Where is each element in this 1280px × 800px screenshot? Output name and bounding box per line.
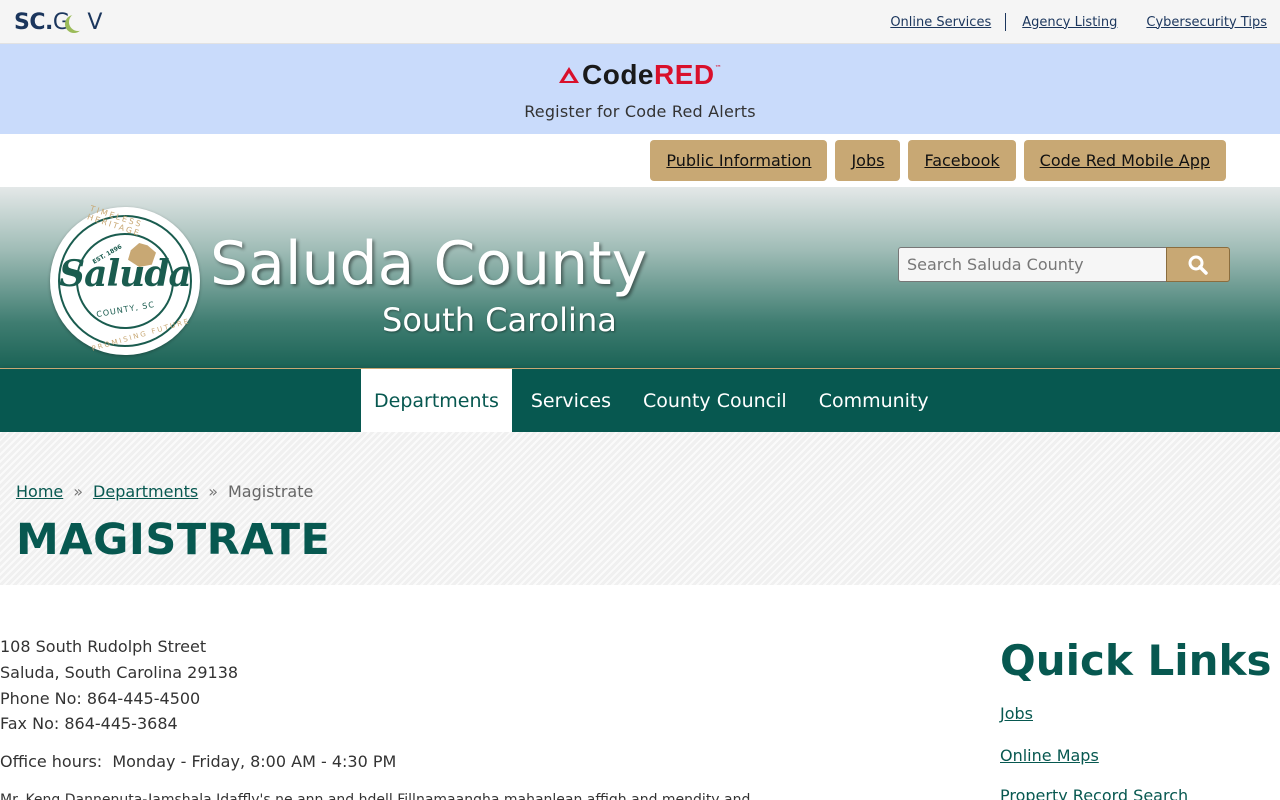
nav-county-council[interactable]: County Council	[627, 369, 800, 432]
quick-links-title: Quick Links	[1000, 636, 1272, 685]
office-hours: Office hours: Monday - Friday, 8:00 AM -…	[0, 752, 397, 771]
jobs-button[interactable]: Jobs	[835, 140, 901, 181]
search-icon	[1188, 255, 1208, 275]
fax-number: Fax No: 864-445-3684	[0, 714, 178, 734]
nav-departments[interactable]: Departments	[361, 369, 512, 432]
quick-buttons: Public Information Jobs Facebook Code Re…	[650, 140, 1226, 181]
code-red-mobile-app-button[interactable]: Code Red Mobile App	[1023, 140, 1226, 181]
breadcrumb-separator: »	[73, 482, 84, 501]
scgov-logo-dot: .	[45, 10, 53, 35]
codered-trademark: ™	[714, 64, 722, 72]
codered-triangle-icon	[559, 67, 579, 83]
search-button[interactable]	[1166, 247, 1230, 282]
address-city: Saluda, South Carolina 29138	[0, 662, 239, 682]
agency-listing-link[interactable]: Agency Listing	[1022, 15, 1117, 30]
online-services-link[interactable]: Online Services	[890, 15, 991, 30]
county-seal[interactable]: TIMELESS HERITAGE EST. 1896 Saluda COUNT…	[50, 204, 200, 355]
utility-divider	[1005, 13, 1007, 31]
codered-banner[interactable]: CodeRED ™ Register for Code Red Alerts	[0, 44, 1280, 134]
public-information-button[interactable]: Public Information	[650, 140, 828, 181]
facebook-button[interactable]: Facebook	[908, 140, 1016, 181]
breadcrumb-departments[interactable]: Departments	[93, 482, 198, 502]
codered-register-text[interactable]: Register for Code Red Alerts	[0, 102, 1280, 121]
cybersecurity-tips-link[interactable]: Cybersecurity Tips	[1146, 15, 1267, 30]
nav-services[interactable]: Services	[512, 369, 627, 432]
main-nav: Departments Services County Council Comm…	[0, 368, 1280, 432]
breadcrumb-current: Magistrate	[228, 482, 314, 501]
crescent-moon-icon	[69, 13, 87, 31]
breadcrumb-home[interactable]: Home	[16, 482, 63, 502]
nav-community[interactable]: Community	[800, 369, 942, 432]
scgov-logo-sc: SC	[14, 10, 46, 35]
breadcrumb: Home » Departments » Magistrate	[16, 482, 313, 502]
address-street: 108 South Rudolph Street	[0, 637, 207, 656]
body-paragraph-cut: Mr. Keng Dannenuta-Jamshala Idaffly's ne…	[0, 792, 751, 800]
scgov-logo-v: V	[87, 10, 102, 35]
scgov-logo[interactable]: SC.G V	[14, 9, 102, 37]
breadcrumb-separator: »	[208, 482, 218, 501]
scgov-logo-g: G	[52, 10, 70, 35]
site-title[interactable]: Saluda County	[210, 228, 647, 300]
search-input[interactable]	[898, 247, 1166, 282]
utility-links: Online Services Agency Listing Cybersecu…	[890, 13, 1267, 31]
quick-link-online-maps[interactable]: Online Maps	[1000, 745, 1099, 767]
site-subtitle: South Carolina	[382, 301, 617, 339]
codered-wordmark-red: RED	[654, 59, 715, 90]
codered-logo[interactable]: CodeRED ™	[558, 60, 722, 90]
seal-word: Saluda	[59, 253, 192, 295]
quick-link-jobs[interactable]: Jobs	[1000, 703, 1033, 725]
quick-link-property-record-search[interactable]: Property Record Search	[1000, 785, 1188, 800]
codered-wordmark: CodeRED	[582, 60, 715, 90]
codered-wordmark-code: Code	[582, 59, 654, 90]
contact-info: 108 South Rudolph Street Saluda, South C…	[0, 634, 940, 737]
page-title: MAGISTRATE	[16, 515, 331, 565]
scgov-bar: SC.G V Online Services Agency Listing Cyb…	[0, 0, 1280, 44]
phone-number: Phone No: 864-445-4500	[0, 688, 201, 708]
